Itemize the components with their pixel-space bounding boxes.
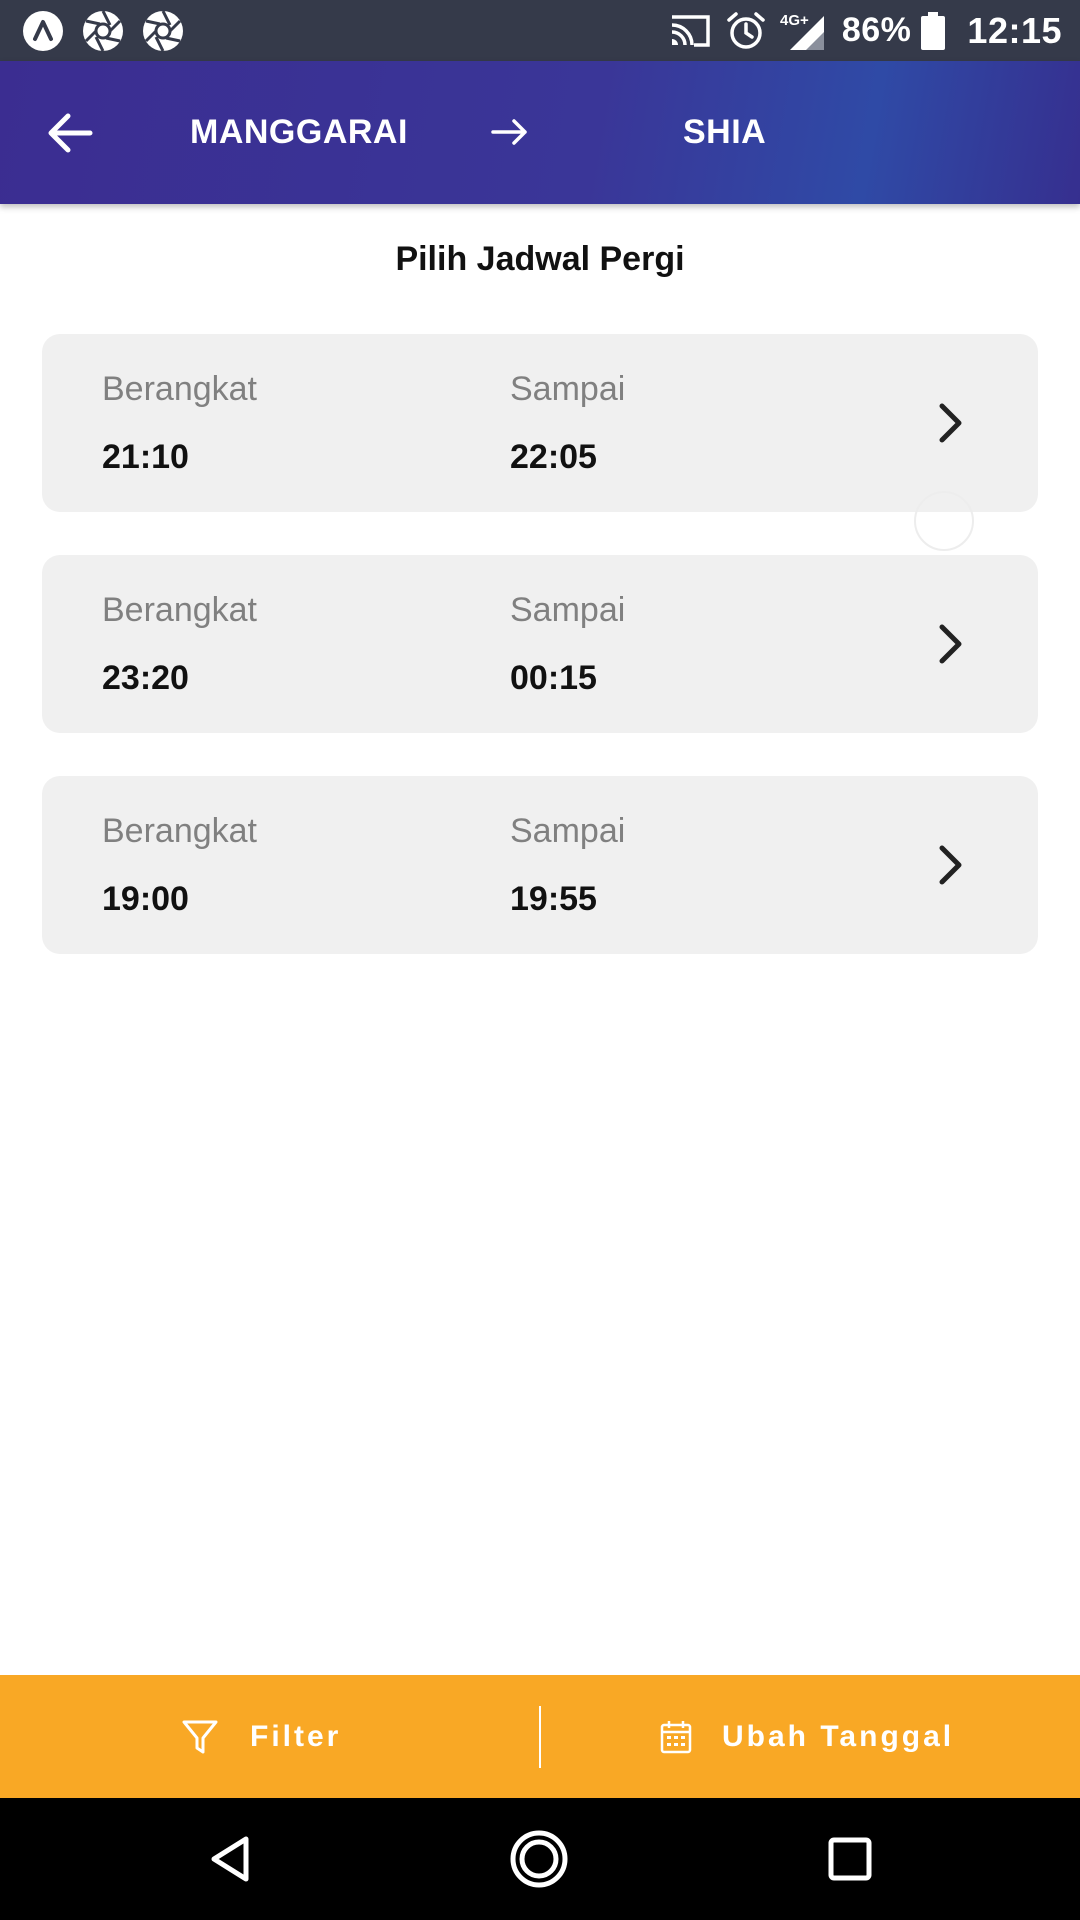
arrive-label: Sampai	[510, 370, 626, 408]
touch-indicator	[914, 491, 974, 551]
filter-label: Filter	[250, 1719, 342, 1753]
filter-button[interactable]: Filter	[180, 1675, 341, 1798]
home-circle-icon[interactable]	[509, 1829, 569, 1889]
change-date-label: Ubah Tanggal	[722, 1719, 955, 1753]
arrive-time: 00:15	[510, 659, 597, 697]
route-origin: MANGGARAI	[190, 113, 408, 151]
status-bar: 4G+ 86% 12:15	[0, 0, 1080, 61]
filter-icon	[182, 1720, 218, 1753]
action-bar: Filter Ubah Tanggal	[0, 1675, 1080, 1798]
cast-icon	[671, 14, 710, 47]
arrive-label: Sampai	[510, 591, 626, 629]
app-header: MANGGARAI SHIA	[0, 61, 1080, 204]
battery-percent: 86%	[841, 11, 912, 49]
schedule-card[interactable]: Berangkat 23:20 Sampai 00:15	[42, 555, 1038, 733]
signal-4g-icon: 4G+	[780, 12, 824, 50]
depart-time: 21:10	[102, 438, 189, 476]
system-icons: 4G+ 86% 12:15	[668, 0, 1062, 61]
shutter-icon	[83, 10, 123, 52]
chevron-right-icon	[939, 403, 962, 443]
route-arrow-icon	[491, 119, 527, 145]
battery-icon	[921, 11, 946, 50]
depart-label: Berangkat	[102, 812, 257, 850]
notification-icons	[22, 10, 184, 52]
schedule-card[interactable]: Berangkat 19:00 Sampai 19:55	[42, 776, 1038, 954]
depart-label: Berangkat	[102, 591, 257, 629]
alarm-icon	[727, 11, 765, 49]
action-divider	[539, 1706, 541, 1768]
calendar-icon	[660, 1720, 692, 1753]
chevron-right-icon	[939, 624, 962, 664]
network-type: 4G+	[780, 12, 809, 29]
shutter-icon	[143, 10, 183, 52]
back-arrow-icon[interactable]	[42, 105, 98, 161]
app-a-icon	[23, 11, 63, 51]
arrive-time: 19:55	[510, 880, 597, 918]
depart-label: Berangkat	[102, 370, 257, 408]
depart-time: 23:20	[102, 659, 189, 697]
arrive-label: Sampai	[510, 812, 626, 850]
route-destination: SHIA	[683, 113, 767, 151]
schedule-card[interactable]: Berangkat 21:10 Sampai 22:05	[42, 334, 1038, 512]
system-nav-bar	[0, 1798, 1080, 1920]
back-triangle-icon[interactable]	[200, 1829, 260, 1889]
status-clock: 12:15	[967, 9, 1062, 51]
depart-time: 19:00	[102, 880, 189, 918]
chevron-right-icon	[939, 845, 962, 885]
page-title: Pilih Jadwal Pergi	[395, 240, 685, 278]
recents-square-icon[interactable]	[820, 1829, 880, 1889]
change-date-button[interactable]: Ubah Tanggal	[660, 1675, 954, 1798]
arrive-time: 22:05	[510, 438, 597, 476]
